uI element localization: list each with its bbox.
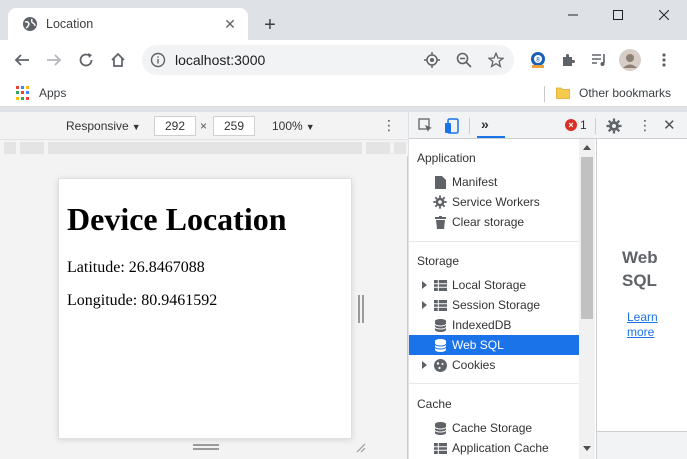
sidebar-item-cookies[interactable]: Cookies <box>409 355 579 375</box>
device-toolbar: Responsive▼ × 100%▼ ⋮ <box>0 112 408 140</box>
device-emulation-area: Responsive▼ × 100%▼ ⋮ Device Location La… <box>0 112 408 459</box>
bookmarks-bar: Apps Other bookmarks <box>0 81 687 107</box>
caret-down-icon: ▼ <box>305 122 315 132</box>
globe-icon <box>22 16 38 32</box>
minimize-button[interactable] <box>550 0 596 30</box>
zoom-select[interactable]: 100% ▼ <box>272 119 315 133</box>
device-toggle-icon[interactable] <box>443 117 461 135</box>
folder-icon[interactable] <box>556 86 570 100</box>
file-icon <box>433 175 447 189</box>
back-button[interactable] <box>10 48 34 72</box>
reload-button[interactable] <box>74 48 98 72</box>
sidebar-item-local-storage[interactable]: Local Storage <box>409 275 579 295</box>
extension-icon[interactable]: 8 <box>526 48 550 72</box>
devtools-panel: » × 1 ⋮ ✕ Application Manifest Service W… <box>409 112 687 459</box>
other-bookmarks[interactable]: Other bookmarks <box>579 86 671 100</box>
section-title-application: Application <box>417 151 476 165</box>
browser-tab[interactable]: Location ✕ <box>8 8 248 40</box>
close-tab-icon[interactable]: ✕ <box>222 16 238 32</box>
extensions-puzzle-icon[interactable] <box>556 48 580 72</box>
latitude-text: Latitude: 26.8467088 <box>67 259 205 276</box>
profile-avatar[interactable] <box>618 48 642 72</box>
home-button[interactable] <box>106 48 130 72</box>
gear-icon[interactable] <box>605 117 623 135</box>
sidebar-item-clear-storage[interactable]: Clear storage <box>409 212 579 232</box>
scroll-up-icon[interactable] <box>583 145 591 150</box>
database-icon <box>433 421 447 435</box>
device-height-input[interactable] <box>213 116 255 136</box>
application-sidebar: Application Manifest Service Workers Cle… <box>409 139 579 459</box>
browser-menu-icon[interactable] <box>652 48 676 72</box>
bookmarks-separator <box>544 86 545 102</box>
location-icon[interactable] <box>423 51 441 69</box>
table-icon <box>433 441 447 455</box>
close-window-button[interactable] <box>641 0 687 30</box>
resize-corner-icon[interactable] <box>354 441 366 453</box>
device-select[interactable]: Responsive ▼ <box>66 119 141 133</box>
learn-more-link[interactable]: Learn more <box>627 310 667 340</box>
forward-button[interactable] <box>42 48 66 72</box>
zoom-icon[interactable] <box>455 51 473 69</box>
tab-strip: Location ✕ + <box>0 0 687 40</box>
page-heading: Device Location <box>67 201 287 237</box>
table-icon <box>433 278 447 292</box>
trash-icon <box>433 215 447 229</box>
error-count[interactable]: 1 <box>580 118 587 132</box>
gear-icon <box>433 195 447 209</box>
sidebar-item-cache-storage[interactable]: Cache Storage <box>409 418 579 438</box>
device-options-icon[interactable]: ⋮ <box>382 118 396 132</box>
sidebar-item-indexeddb[interactable]: IndexedDB <box>409 315 579 335</box>
apps-bookmark[interactable]: Apps <box>39 86 66 100</box>
close-devtools-icon[interactable]: ✕ <box>663 116 676 134</box>
viewport-resize-handle-right[interactable] <box>358 295 364 323</box>
sidebar-item-application-cache[interactable]: Application Cache <box>409 438 579 458</box>
inspect-element-icon[interactable] <box>417 117 435 135</box>
info-icon[interactable] <box>150 52 166 68</box>
maximize-button[interactable] <box>595 0 641 30</box>
expand-arrow-icon[interactable] <box>422 281 427 289</box>
scrollbar-thumb[interactable] <box>581 157 593 319</box>
browser-toolbar: localhost:3000 8 <box>0 40 687 81</box>
section-title-storage: Storage <box>417 254 460 268</box>
database-icon <box>433 318 447 332</box>
device-width-input[interactable] <box>154 116 196 136</box>
cookie-icon <box>433 358 447 372</box>
media-query-ruler[interactable] <box>0 140 408 156</box>
devtools-tabbar: » × 1 ⋮ ✕ <box>409 112 687 139</box>
scroll-down-icon[interactable] <box>583 446 591 451</box>
more-tabs-icon[interactable]: » <box>481 116 489 132</box>
bookmark-star-icon[interactable] <box>487 51 505 69</box>
svg-text:8: 8 <box>536 57 540 64</box>
sidebar-item-manifest[interactable]: Manifest <box>409 172 579 192</box>
sidebar-item-session-storage[interactable]: Session Storage <box>409 295 579 315</box>
sidebar-scrollbar[interactable] <box>579 139 595 459</box>
sidebar-item-service-workers[interactable]: Service Workers <box>409 192 579 212</box>
longitude-text: Longitude: 80.9461592 <box>67 292 218 309</box>
sidebar-item-web-sql[interactable]: Web SQL <box>409 335 579 355</box>
apps-icon[interactable] <box>16 86 30 100</box>
web-sql-status-bar <box>597 431 687 459</box>
error-icon[interactable]: × <box>565 119 577 131</box>
devtools-menu-icon[interactable]: ⋮ <box>638 118 652 132</box>
web-sql-title: Web SQL <box>622 248 658 290</box>
dimension-separator: × <box>200 119 208 133</box>
section-title-cache: Cache <box>417 397 452 411</box>
database-icon <box>433 338 447 352</box>
viewport-resize-handle-bottom[interactable] <box>193 444 219 450</box>
media-queue-icon[interactable] <box>587 48 611 72</box>
expand-arrow-icon[interactable] <box>422 361 427 369</box>
emulated-viewport: Device Location Latitude: 26.8467088 Lon… <box>58 178 352 439</box>
table-icon <box>433 298 447 312</box>
tab-title: Location <box>46 17 94 31</box>
address-bar[interactable]: localhost:3000 <box>142 45 514 75</box>
expand-arrow-icon[interactable] <box>422 301 427 309</box>
caret-down-icon: ▼ <box>131 122 141 132</box>
url-text: localhost:3000 <box>175 52 266 68</box>
new-tab-button[interactable]: + <box>258 13 282 37</box>
web-sql-panel: Web SQL Learn more <box>596 139 687 459</box>
